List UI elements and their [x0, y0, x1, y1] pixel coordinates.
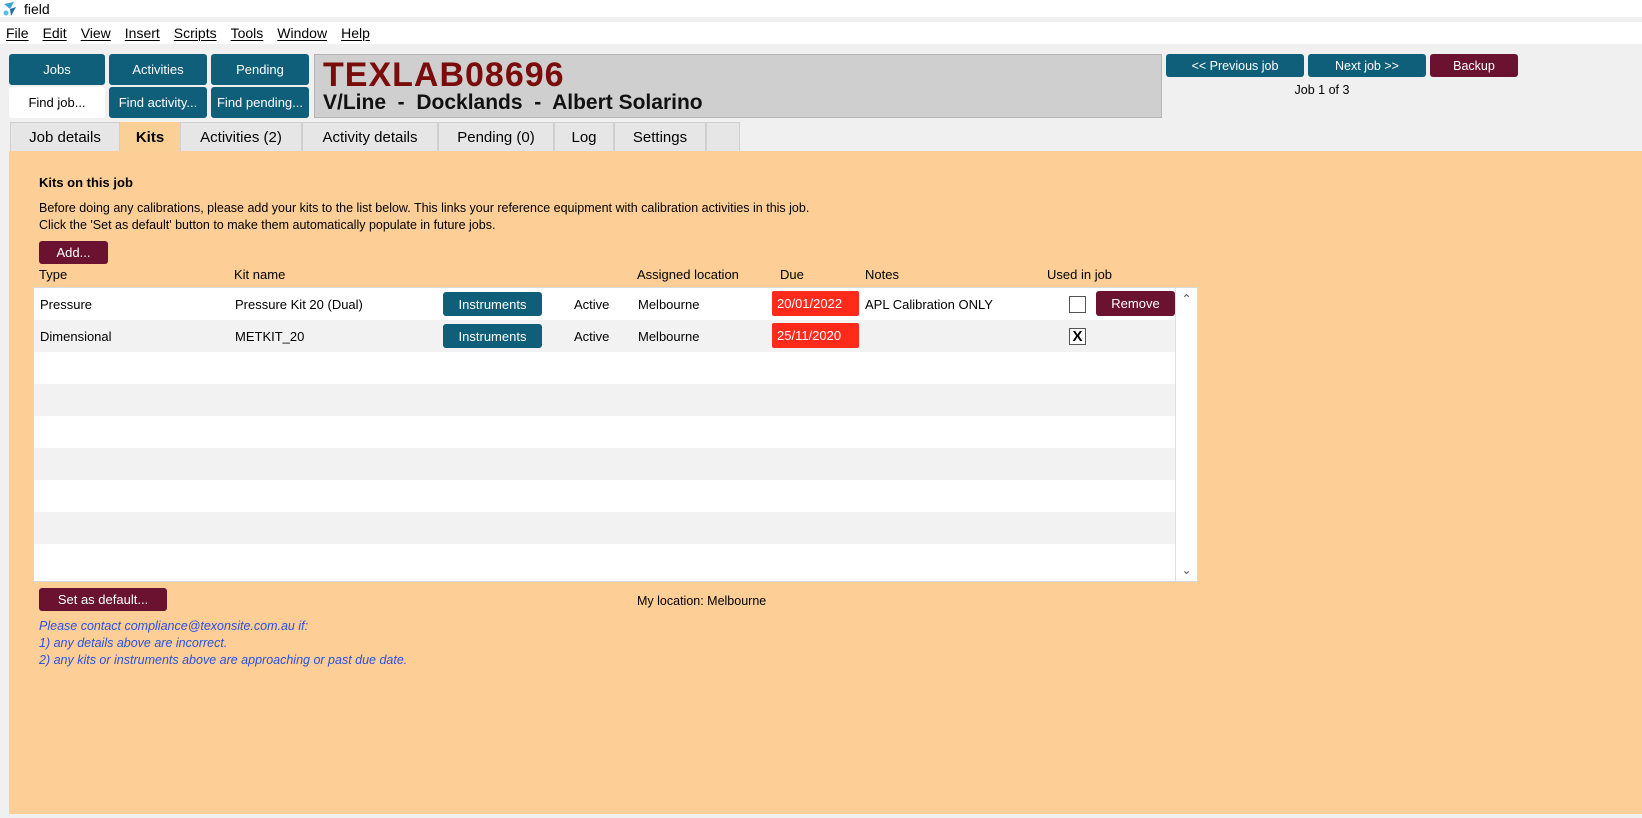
my-location: My location: Melbourne [637, 594, 767, 608]
menu-scripts[interactable]: Scripts [174, 25, 217, 41]
intro-text: Before doing any calibrations, please ad… [39, 200, 809, 234]
menu-view[interactable]: View [81, 25, 111, 41]
menu-insert[interactable]: Insert [125, 25, 160, 41]
kit-due-date: 20/01/2022 [772, 291, 859, 316]
section-title: Kits on this job [39, 175, 133, 190]
intro-line-1: Before doing any calibrations, please ad… [39, 201, 810, 215]
kit-name: METKIT_20 [235, 328, 305, 344]
tab-kits[interactable]: Kits [120, 122, 180, 152]
job-code: TEXLAB08696 [323, 56, 565, 94]
add-kit-button[interactable]: Add... [39, 241, 108, 264]
instruments-button[interactable]: Instruments [443, 292, 542, 316]
kit-name: Pressure Kit 20 (Dual) [235, 296, 363, 312]
column-header-used-in-job: Used in job [1047, 267, 1113, 282]
kits-table: Pressure Pressure Kit 20 (Dual) Instrume… [33, 287, 1198, 582]
kits-panel: Kits on this job Before doing any calibr… [9, 151, 1642, 814]
table-scrollbar[interactable]: ⌃ ⌄ [1175, 288, 1197, 581]
tab-log[interactable]: Log [554, 122, 614, 152]
table-row: Pressure Pressure Kit 20 (Dual) Instrume… [34, 288, 1176, 320]
set-as-default-button[interactable]: Set as default... [39, 588, 167, 611]
instruments-button[interactable]: Instruments [443, 324, 542, 348]
title-bar: field [0, 0, 1642, 17]
tab-activities[interactable]: Activities (2) [180, 122, 302, 152]
remove-kit-button[interactable]: Remove [1096, 291, 1175, 316]
contact-line-2: 1) any details above are incorrect. [39, 636, 228, 650]
empty-row [34, 544, 1176, 576]
column-header-kit-name: Kit name [234, 267, 286, 282]
kit-due-date: 25/11/2020 [772, 323, 859, 348]
column-header-due: Due [780, 267, 804, 282]
find-job-button[interactable]: Find job... [9, 87, 105, 118]
previous-job-button[interactable]: << Previous job [1166, 54, 1304, 77]
contact-note: Please contact compliance@texonsite.com.… [39, 618, 407, 669]
scroll-up-icon[interactable]: ⌃ [1176, 289, 1197, 309]
kit-notes: APL Calibration ONLY [865, 296, 993, 312]
empty-row [34, 384, 1176, 416]
used-in-job-checkbox[interactable]: X [1069, 328, 1086, 345]
kit-status: Active [574, 296, 610, 312]
empty-row [34, 480, 1176, 512]
kit-type: Pressure [40, 296, 93, 312]
used-in-job-checkbox[interactable] [1069, 296, 1086, 313]
activities-button[interactable]: Activities [109, 54, 207, 85]
tab-pending[interactable]: Pending (0) [438, 122, 554, 152]
app-icon [2, 1, 18, 17]
jobs-button[interactable]: Jobs [9, 54, 105, 85]
contact-line-1: Please contact compliance@texonsite.com.… [39, 619, 309, 633]
window-title: field [24, 0, 50, 17]
column-header-type: Type [39, 267, 68, 282]
table-row: Dimensional METKIT_20 Instruments Active… [34, 320, 1176, 352]
kit-location: Melbourne [638, 328, 700, 344]
empty-row [34, 448, 1176, 480]
menu-edit[interactable]: Edit [43, 25, 67, 41]
tab-job-details[interactable]: Job details [10, 122, 120, 152]
empty-row [34, 352, 1176, 384]
empty-row [34, 512, 1176, 544]
intro-line-2: Click the 'Set as default' button to mak… [39, 218, 496, 232]
menu-bar: File Edit View Insert Scripts Tools Wind… [0, 22, 1642, 44]
menu-help[interactable]: Help [341, 25, 370, 41]
next-job-button[interactable]: Next job >> [1308, 54, 1426, 77]
tab-bar: Job details Kits Activities (2) Activity… [10, 122, 740, 152]
tab-activity-details[interactable]: Activity details [302, 122, 438, 152]
tab-spacer [706, 122, 740, 152]
menu-window[interactable]: Window [277, 25, 327, 41]
menu-tools[interactable]: Tools [231, 25, 264, 41]
menu-file[interactable]: File [6, 25, 29, 41]
contact-line-3: 2) any kits or instruments above are app… [39, 653, 408, 667]
tab-settings[interactable]: Settings [614, 122, 706, 152]
job-subtitle: V/Line - Docklands - Albert Solarino [323, 91, 703, 114]
kit-status: Active [574, 328, 610, 344]
column-header-notes: Notes [865, 267, 899, 282]
kit-type: Dimensional [40, 328, 112, 344]
job-count: Job 1 of 3 [1294, 83, 1350, 97]
pending-button[interactable]: Pending [211, 54, 309, 85]
scroll-down-icon[interactable]: ⌄ [1176, 560, 1197, 580]
job-header: TEXLAB08696 V/Line - Docklands - Albert … [314, 54, 1162, 118]
empty-row [34, 416, 1176, 448]
kit-location: Melbourne [638, 296, 700, 312]
backup-button[interactable]: Backup [1430, 54, 1518, 77]
find-pending-button[interactable]: Find pending... [211, 87, 309, 118]
column-header-assigned-location: Assigned location [637, 267, 739, 282]
find-activity-button[interactable]: Find activity... [109, 87, 207, 118]
